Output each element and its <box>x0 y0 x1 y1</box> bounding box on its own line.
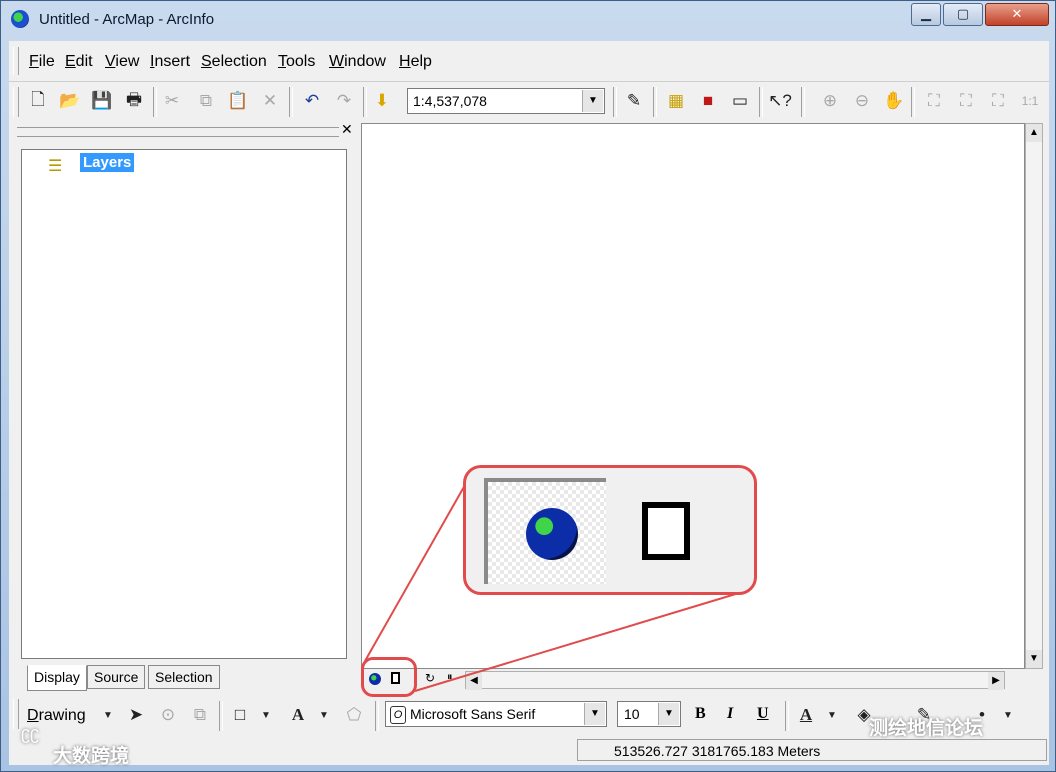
chevron-down-icon[interactable]: ▼ <box>658 703 679 725</box>
status-bar: 513526.727 3181765.183 Meters <box>9 737 1049 765</box>
font-name-combo[interactable]: O Microsoft Sans Serif ▼ <box>385 701 607 727</box>
callout-connector <box>364 484 740 692</box>
text-tool-icon[interactable]: A <box>285 702 311 728</box>
rotate-icon[interactable]: ⊙ <box>155 702 181 728</box>
rectangle-icon[interactable]: □ <box>227 702 253 728</box>
minimize-button[interactable]: ▁ <box>911 3 941 26</box>
select-elements-icon[interactable]: ➤ <box>123 702 149 728</box>
globe-icon <box>526 508 578 560</box>
font-size-combo[interactable]: 10 ▼ <box>617 701 681 727</box>
font-size-value: 10 <box>624 706 640 722</box>
chevron-down-icon[interactable]: ▼ <box>311 702 337 728</box>
edit-vertices-icon[interactable]: ⬠ <box>341 702 367 728</box>
view-buttons-callout <box>463 465 757 595</box>
bold-button[interactable]: B <box>695 705 706 723</box>
maximize-button[interactable]: ▢ <box>943 3 983 26</box>
toolbar-separator <box>219 701 223 731</box>
window-title: Untitled - ArcMap - ArcInfo <box>39 11 215 28</box>
zoom-to-selected-icon[interactable]: ⧉ <box>187 702 213 728</box>
client-area: File Edit View Insert Selection Tools Wi… <box>9 41 1049 765</box>
data-view-button-zoomed <box>484 478 606 584</box>
italic-button[interactable]: I <box>727 705 733 723</box>
arcmap-window: Untitled - ArcMap - ArcInfo ▁ ▢ ✕ File E… <box>0 0 1056 772</box>
close-button[interactable]: ✕ <box>985 3 1049 26</box>
toolbar-separator <box>785 701 789 731</box>
chevron-down-icon[interactable]: ▼ <box>253 702 279 728</box>
watermark-left: 大数跨境 <box>53 746 130 767</box>
chevron-down-icon[interactable]: ▼ <box>95 702 121 728</box>
page-icon <box>642 502 690 560</box>
chevron-down-icon[interactable]: ▼ <box>584 703 605 725</box>
arcmap-app-icon[interactable] <box>11 10 29 28</box>
view-buttons-highlight <box>361 657 417 697</box>
font-color-icon[interactable]: A <box>793 702 819 728</box>
toolbar-separator <box>375 701 379 731</box>
underline-button[interactable]: U <box>757 705 769 723</box>
watermark-logo-icon: ʗʗ <box>21 723 39 743</box>
font-name-value: Microsoft Sans Serif <box>410 706 536 722</box>
watermark-right: 测绘地信论坛 <box>869 718 984 739</box>
coordinate-readout: 513526.727 3181765.183 Meters <box>577 739 1047 761</box>
drawing-toolbar-grip[interactable] <box>13 699 19 729</box>
opentype-font-icon: O <box>390 706 406 724</box>
chevron-down-icon[interactable]: ▼ <box>819 702 845 728</box>
title-bar[interactable]: Untitled - ArcMap - ArcInfo ▁ ▢ ✕ <box>1 1 1055 37</box>
chevron-down-icon[interactable]: ▼ <box>995 702 1021 728</box>
